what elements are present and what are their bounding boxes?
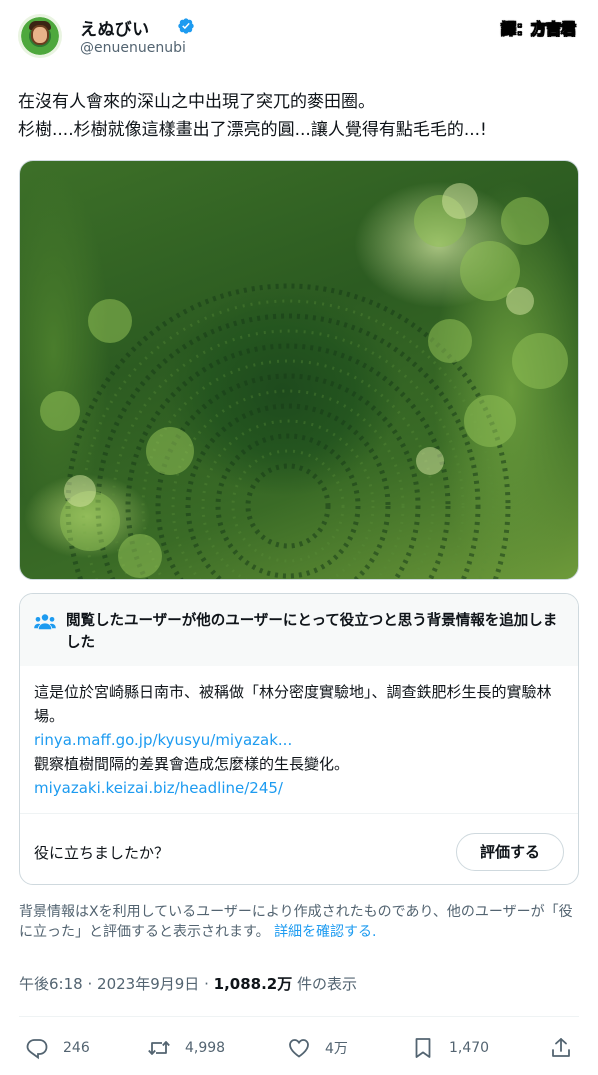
- tweet-date[interactable]: 2023年9月9日: [97, 975, 199, 993]
- like-button[interactable]: 4万: [287, 1033, 348, 1063]
- meta-separator: ·: [87, 975, 93, 993]
- community-note-header: 閲覧したユーザーが他のユーザーにとって役立つと思う背景情報を追加しました: [20, 594, 578, 666]
- author-display-name[interactable]: えぬびい: [80, 15, 150, 40]
- note-link-keizai[interactable]: miyazaki.keizai.biz/headline/245/: [34, 776, 564, 800]
- actions-divider: [19, 1016, 579, 1017]
- learn-more-link[interactable]: 詳細を確認する.: [274, 924, 376, 940]
- community-note-title: 閲覧したユーザーが他のユーザーにとって役立つと思う背景情報を追加しました: [66, 613, 558, 651]
- reply-button[interactable]: 246: [25, 1033, 90, 1063]
- notes-disclaimer: 背景情報はXを利用しているユーザーにより作成されたものであり、他のユーザーが「役…: [19, 902, 579, 942]
- note-text: 這是位於宮崎縣日南市、被稱做「林分密度實驗地」、調查鉄肥杉生長的實驗林場。: [34, 683, 552, 725]
- tweet-time[interactable]: 午後6:18: [19, 975, 83, 993]
- helpful-question: 役に立ちましたか？: [34, 844, 170, 862]
- reply-count: 246: [63, 1040, 90, 1056]
- tweet-text-line: 在沒有人會來的深山之中出現了突兀的麥田圈。: [18, 92, 375, 112]
- community-note: 閲覧したユーザーが他のユーザーにとって役立つと思う背景情報を追加しました 這是位…: [19, 593, 579, 885]
- reply-icon: [26, 1039, 48, 1060]
- views-label: 件の表示: [297, 975, 358, 993]
- views-count: 1,088.2万: [213, 975, 293, 993]
- tweet-meta: 午後6:18 · 2023年9月9日 · 1,088.2万 件の表示: [19, 973, 357, 994]
- bookmark-count: 1,470: [449, 1040, 490, 1056]
- note-link-rinya[interactable]: rinya.maff.go.jp/kyusyu/miyazak...: [34, 728, 564, 752]
- tweet-header: えぬびい @enuenuenubi 譯：方吉君: [18, 14, 580, 64]
- like-count: 4万: [325, 1041, 348, 1057]
- rate-note-button[interactable]: 評価する: [456, 833, 564, 871]
- tweet-text: 在沒有人會來的深山之中出現了突兀的麥田圈。 杉樹....杉樹就像這樣畫出了漂亮的…: [18, 88, 578, 144]
- people-icon: [34, 614, 56, 630]
- retweet-icon: [148, 1041, 170, 1055]
- retweet-count: 4,998: [185, 1040, 226, 1056]
- tweet-text-line: 杉樹....杉樹就像這樣畫出了漂亮的圓...讓人覺得有點毛毛的...!: [18, 120, 487, 140]
- community-note-body: 這是位於宮崎縣日南市、被稱做「林分密度實驗地」、調查鉄肥杉生長的實驗林場。 ri…: [34, 680, 564, 800]
- author-handle[interactable]: @enuenuenubi: [80, 40, 186, 56]
- share-button[interactable]: [549, 1033, 573, 1063]
- verified-badge-icon: [178, 18, 194, 34]
- author-avatar[interactable]: [18, 14, 62, 58]
- forest-circle-pattern: [40, 183, 568, 579]
- heart-icon: [289, 1039, 309, 1058]
- note-divider: [20, 813, 578, 814]
- tweet-actions: 246 4,998 4万 1,470: [19, 1033, 579, 1063]
- bookmark-button[interactable]: 1,470: [411, 1033, 489, 1063]
- retweet-button[interactable]: 4,998: [147, 1033, 225, 1063]
- avatar-face: [31, 25, 49, 45]
- share-icon: [552, 1038, 570, 1057]
- translator-watermark: 譯：方吉君: [500, 20, 577, 39]
- bookmark-icon: [415, 1038, 431, 1058]
- meta-separator: ·: [204, 975, 209, 993]
- note-text: 觀察植樹間隔的差異會造成怎麼樣的生長變化。: [34, 755, 350, 773]
- tweet-photo[interactable]: [19, 160, 579, 580]
